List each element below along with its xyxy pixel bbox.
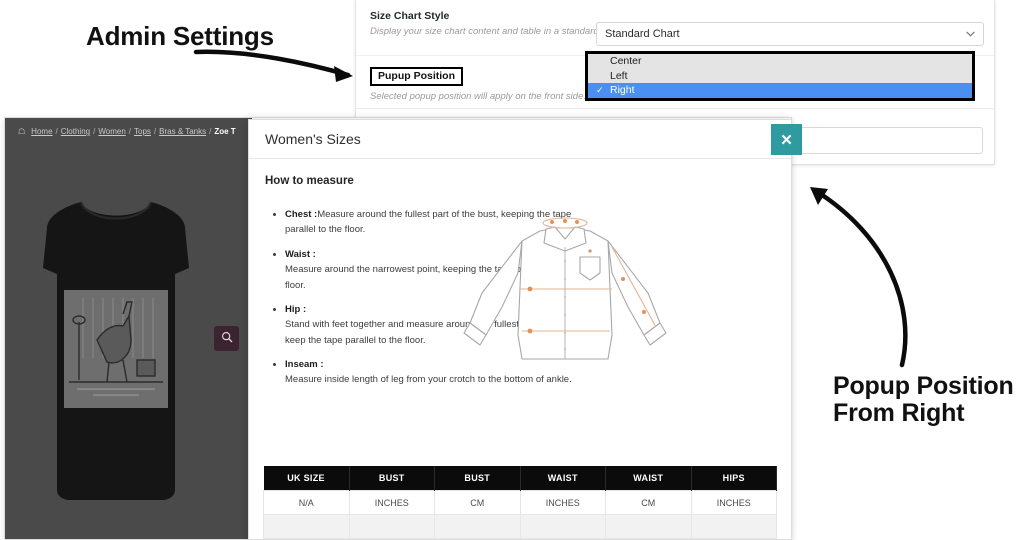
- how-to-measure-heading: How to measure: [265, 175, 354, 187]
- measurement-term: Inseam :: [285, 359, 324, 370]
- dropdown-option-center[interactable]: Center: [588, 54, 972, 69]
- size-chart-style-label: Size Chart Style: [370, 10, 450, 22]
- table-header-cell: UK SIZE: [263, 466, 350, 491]
- breadcrumb-item-bras-and-tanks[interactable]: Bras & Tanks: [159, 127, 206, 136]
- breadcrumb-item-clothing[interactable]: Clothing: [61, 127, 90, 136]
- annotation-admin-settings: Admin Settings: [86, 21, 274, 51]
- modal-close-button[interactable]: ✕: [771, 124, 802, 155]
- table-header-cell: BUST: [349, 466, 435, 491]
- size-chart-modal: Women's Sizes How to measure Chest :Meas…: [248, 119, 792, 540]
- screenshot-stage: Size Chart Style Display your size chart…: [0, 0, 1024, 540]
- chevron-down-icon: [966, 30, 975, 39]
- breadcrumb: ☖ Home / Clothing / Women / Tops / Bras …: [5, 118, 252, 136]
- check-icon-right: ✓: [596, 85, 604, 95]
- breadcrumb-item-women[interactable]: Women: [98, 127, 125, 136]
- size-chart-style-select[interactable]: Standard Chart: [596, 22, 984, 46]
- annotation-popup-position: Popup Position From Right: [833, 372, 1014, 427]
- product-image[interactable]: [19, 190, 213, 510]
- table-cell: INCHES: [690, 490, 777, 515]
- magnifier-icon: [221, 330, 233, 348]
- table-cell: N/A: [263, 490, 350, 515]
- table-row: N/A INCHES CM INCHES CM INCHES: [263, 490, 777, 515]
- table-cell: INCHES: [519, 490, 606, 515]
- dress-shirt-measure-diagram-icon: [460, 207, 670, 377]
- table-cell: [434, 514, 521, 539]
- background-text-input[interactable]: [795, 127, 983, 154]
- table-header-cell: HIPS: [691, 466, 777, 491]
- zoom-image-button[interactable]: [214, 326, 239, 351]
- product-gallery-panel: ☖ Home / Clothing / Women / Tops / Bras …: [5, 118, 252, 539]
- breadcrumb-separator: /: [128, 127, 131, 136]
- breadcrumb-current: Zoe T: [214, 127, 236, 136]
- table-header-cell: WAIST: [605, 466, 692, 491]
- table-cell: [519, 514, 606, 539]
- dropdown-option-label: Right: [610, 84, 635, 96]
- breadcrumb-separator: /: [209, 127, 212, 136]
- measure-section: Chest :Measure around the fullest part o…: [265, 207, 775, 472]
- table-cell: CM: [605, 490, 692, 515]
- dropdown-option-right[interactable]: ✓ Right: [588, 83, 972, 98]
- breadcrumb-separator: /: [55, 127, 58, 136]
- modal-body: How to measure Chest :Measure around the…: [249, 159, 791, 539]
- table-cell: [348, 514, 435, 539]
- popup-position-label: Pupup Position: [370, 67, 463, 86]
- breadcrumb-separator: /: [153, 127, 157, 136]
- breadcrumb-separator: /: [93, 127, 96, 136]
- table-header-cell: WAIST: [520, 466, 606, 491]
- table-header-row: UK SIZE BUST BUST WAIST WAIST HIPS: [263, 466, 777, 491]
- table-row: [263, 514, 777, 539]
- dropdown-option-left[interactable]: Left: [588, 69, 972, 84]
- table-cell: CM: [434, 490, 521, 515]
- breadcrumb-item-tops[interactable]: Tops: [134, 127, 151, 136]
- modal-title: Women's Sizes: [265, 131, 361, 147]
- close-icon: ✕: [780, 131, 793, 149]
- size-chart-table: UK SIZE BUST BUST WAIST WAIST HIPS N/A I…: [263, 466, 777, 539]
- size-chart-style-select-wrap[interactable]: Standard Chart: [596, 22, 984, 46]
- table-cell: [263, 514, 350, 539]
- dropdown-option-label: Left: [610, 69, 628, 82]
- table-header-cell: BUST: [434, 466, 521, 491]
- measurement-term: Hip :: [285, 303, 307, 315]
- table-cell: [605, 514, 692, 539]
- popup-position-arrow-icon: [810, 187, 908, 368]
- select-value: Standard Chart: [605, 28, 680, 40]
- dropdown-option-label: Center: [610, 55, 642, 67]
- breadcrumb-item-home[interactable]: Home: [31, 127, 52, 136]
- home-icon: ☖: [18, 127, 26, 136]
- popup-position-dropdown[interactable]: Center Left ✓ Right: [585, 51, 975, 101]
- measurement-term: Chest :: [285, 209, 318, 220]
- table-cell: [690, 514, 777, 539]
- modal-header: Women's Sizes: [249, 120, 791, 159]
- table-cell: INCHES: [348, 490, 435, 515]
- measurement-term: Waist :: [285, 248, 316, 260]
